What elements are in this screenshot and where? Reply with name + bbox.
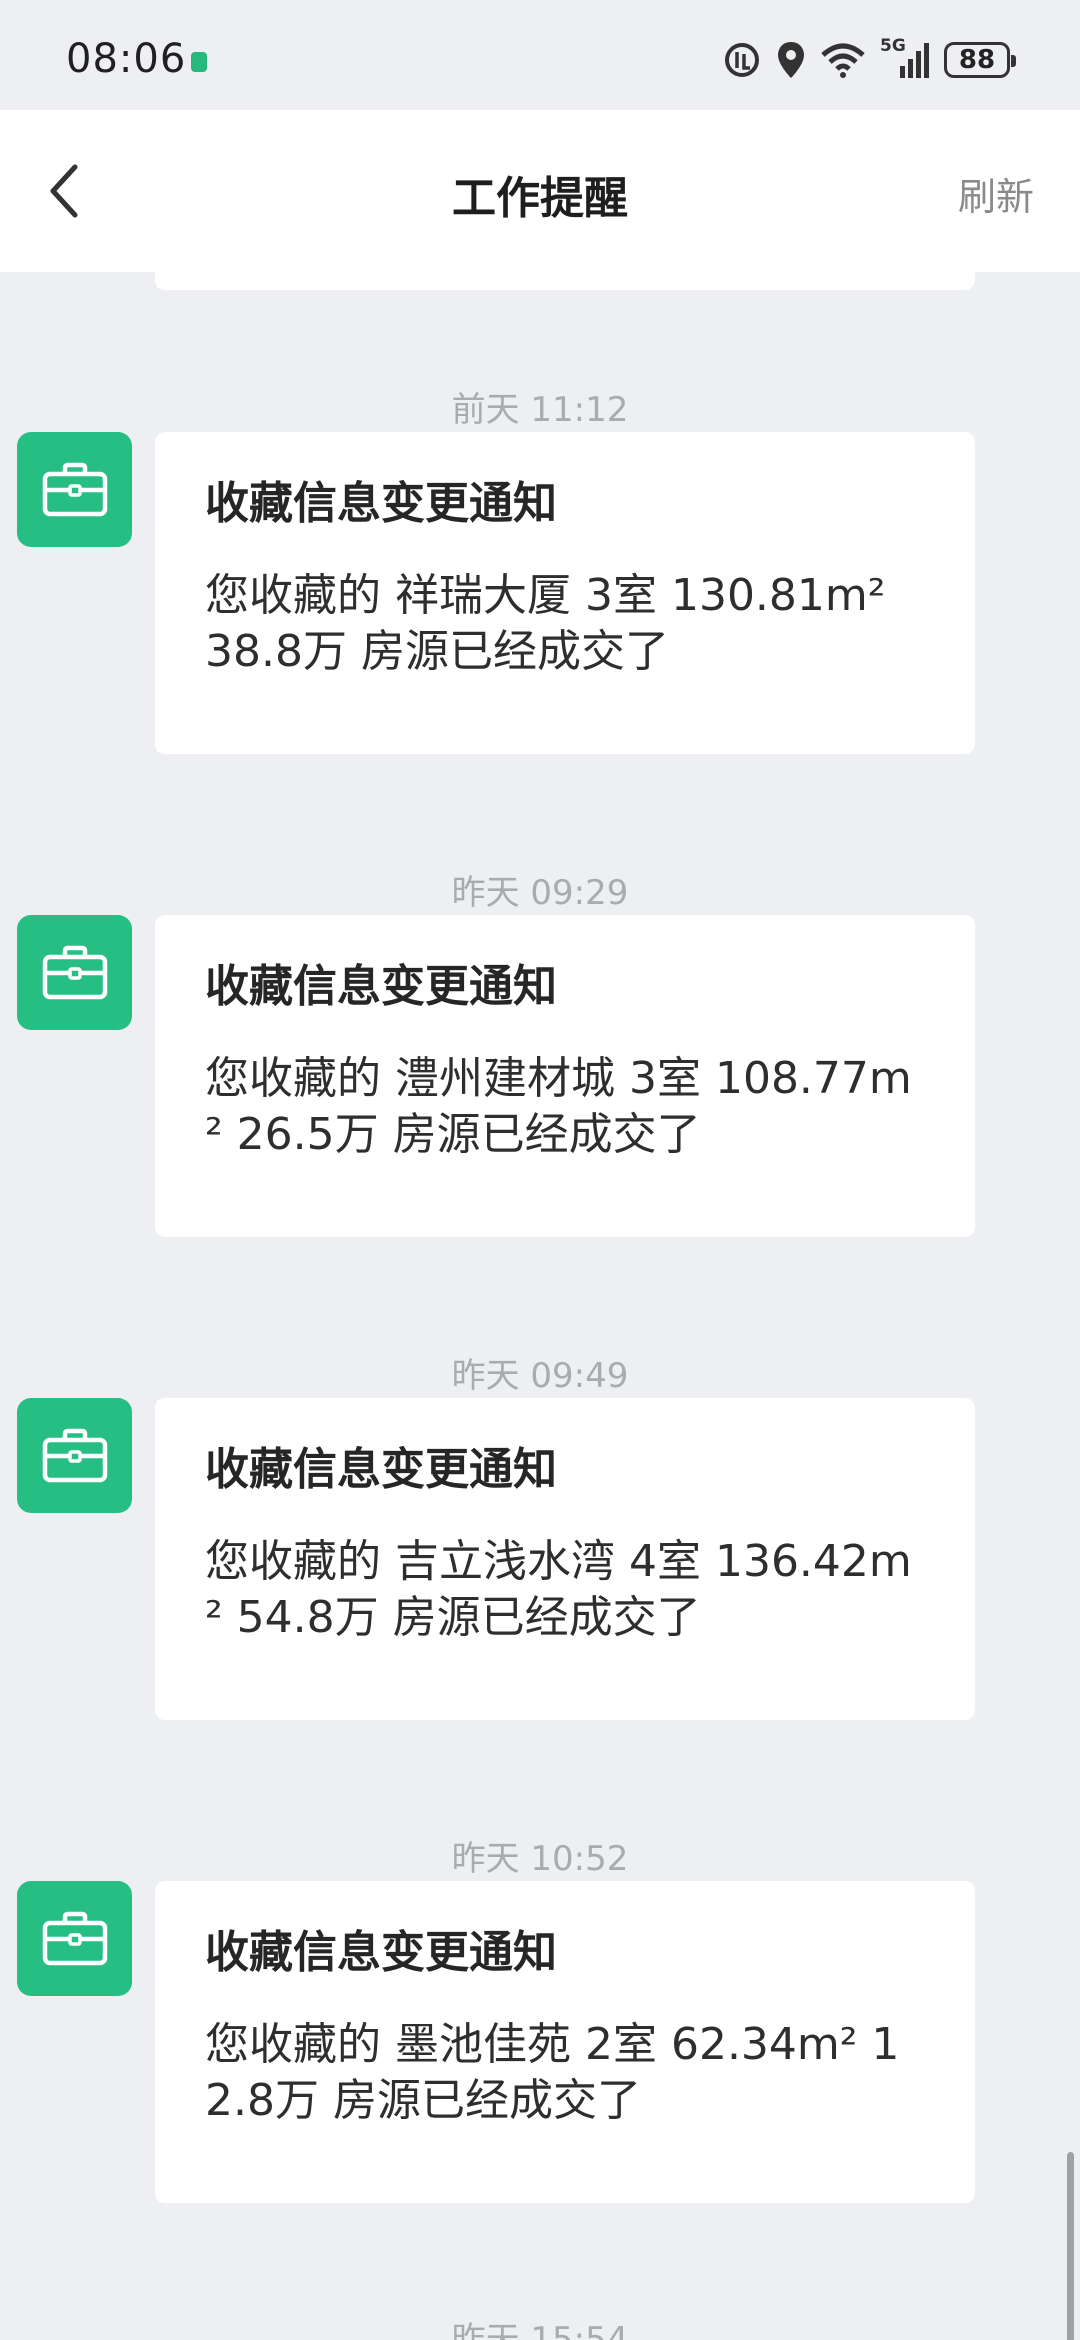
briefcase-icon [42, 1911, 107, 1965]
message-title: 收藏信息变更通知 [205, 478, 557, 529]
briefcase-icon [42, 945, 107, 999]
location-icon [778, 42, 804, 78]
briefcase-icon [42, 462, 107, 516]
message-title: 收藏信息变更通知 [205, 1444, 557, 1495]
battery-icon: 88 [944, 42, 1016, 78]
wifi-icon [821, 43, 865, 78]
briefcase-icon [42, 1428, 107, 1482]
message-avatar [17, 1398, 132, 1513]
page-title: 工作提醒 [452, 173, 628, 224]
message-avatar [17, 1881, 132, 1996]
message-avatar [17, 915, 132, 1030]
message-card[interactable]: 收藏信息变更通知 您收藏的 墨池佳苑 2室 62.34m² 12.8万 房源已经… [155, 1881, 975, 2203]
notification-icon [191, 52, 207, 72]
previous-message-card[interactable] [155, 272, 975, 290]
message-body: 您收藏的 墨池佳苑 2室 62.34m² 12.8万 房源已经成交了 [205, 2019, 900, 2126]
refresh-button[interactable]: 刷新 [958, 166, 1034, 221]
message-title: 收藏信息变更通知 [205, 961, 557, 1012]
message-list[interactable]: 前天 11:12 收藏信息变更通知 您收藏的 祥瑞大厦 3室 130.81m² … [0, 272, 1080, 2340]
status-bar: 08:06 5G 88 [0, 0, 1080, 110]
message-card[interactable]: 收藏信息变更通知 您收藏的 澧州建材城 3室 108.77m² 26.5万 房源… [155, 915, 975, 1237]
message-body: 您收藏的 澧州建材城 3室 108.77m² 26.5万 房源已经成交了 [205, 1053, 912, 1160]
message-timestamp: 前天 11:12 [451, 390, 629, 430]
battery-level: 88 [958, 45, 996, 75]
message-card[interactable]: 收藏信息变更通知 您收藏的 祥瑞大厦 3室 130.81m² 38.8万 房源已… [155, 432, 975, 754]
message-timestamp: 昨天 09:49 [451, 1356, 629, 1396]
message-title: 收藏信息变更通知 [205, 1927, 557, 1978]
scrollbar[interactable] [1067, 2152, 1074, 2340]
nav-bar: 工作提醒 刷新 [0, 110, 1080, 272]
status-time: 08:06 [66, 36, 187, 82]
message-timestamp: 昨天 15:54 [451, 2320, 629, 2340]
message-body: 您收藏的 吉立浅水湾 4室 136.42m² 54.8万 房源已经成交了 [205, 1536, 912, 1643]
cell-signal-icon: 5G [880, 36, 930, 80]
message-timestamp: 昨天 09:29 [451, 873, 629, 913]
message-timestamp: 昨天 10:52 [451, 1839, 629, 1879]
message-body: 您收藏的 祥瑞大厦 3室 130.81m² 38.8万 房源已经成交了 [205, 570, 886, 677]
message-avatar [17, 432, 132, 547]
vpn-icon [725, 43, 759, 77]
status-icons: 5G 88 [722, 36, 1016, 82]
message-card[interactable]: 收藏信息变更通知 您收藏的 吉立浅水湾 4室 136.42m² 54.8万 房源… [155, 1398, 975, 1720]
